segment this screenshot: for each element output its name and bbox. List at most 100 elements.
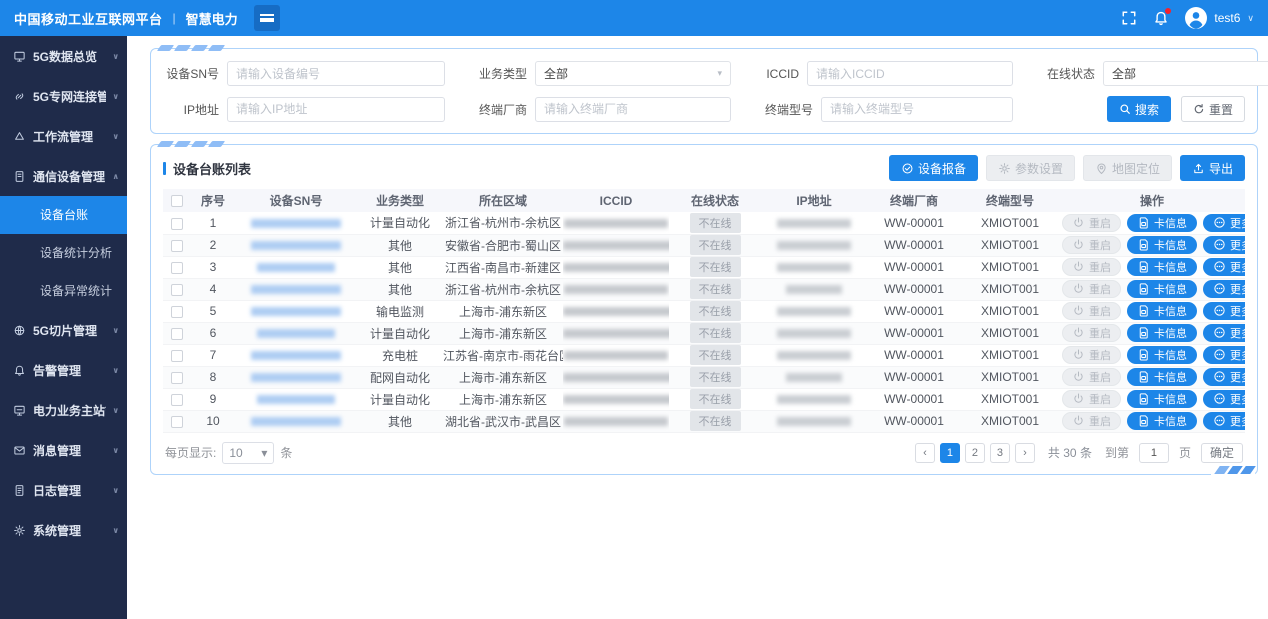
brand-title: 中国移动工业互联网平台 [14,9,163,28]
sidebar-item-5[interactable]: 告警管理∨ [0,350,127,390]
row-action-1[interactable]: 卡信息 [1127,302,1197,320]
simcard-icon [1137,238,1150,251]
table-row: 4其他浙江省-杭州市-余杭区不在线WW-00001XMIOT001重启卡信息更多 [163,278,1245,300]
page-button-3[interactable]: 3 [990,443,1010,463]
sidebar-subitem-3-2[interactable]: 设备异常统计 [0,272,127,310]
row-action-2[interactable]: 更多 [1203,390,1245,408]
masked-iccid-value [563,307,669,316]
sidebar-item-8[interactable]: 日志管理∨ [0,470,127,510]
per-page-select[interactable]: 10▾ [222,442,274,464]
row-checkbox[interactable] [171,350,183,362]
cell-index: 5 [191,300,235,322]
simcard-icon [1137,348,1150,361]
row-checkbox[interactable] [171,262,183,274]
simcard-icon [1137,304,1150,317]
vendor-input[interactable] [535,97,731,122]
service-type-select[interactable]: 全部▾ [535,61,731,86]
power-icon [1072,216,1085,229]
message-icon [13,444,26,457]
row-action-0: 重启 [1062,390,1121,408]
cell-actions: 重启卡信息更多 [1059,322,1245,344]
model-input[interactable] [821,97,1013,122]
iccid-input[interactable] [807,61,1013,86]
masked-ip-value [777,395,851,404]
goto-confirm-button[interactable]: 确定 [1201,443,1243,463]
panel-toolbar: 设备报备参数设置地图定位导出 [889,155,1245,181]
row-action-2[interactable]: 更多 [1203,258,1245,276]
row-action-1[interactable]: 卡信息 [1127,324,1197,342]
row-checkbox[interactable] [171,328,183,340]
row-checkbox[interactable] [171,218,183,230]
sidebar-item-4[interactable]: 5G切片管理∨ [0,310,127,350]
row-checkbox[interactable] [171,306,183,318]
row-action-2[interactable]: 更多 [1203,324,1245,342]
cell-model: XMIOT001 [961,388,1059,410]
corner-stripes-decoration [1211,466,1255,475]
search-button[interactable]: 搜索 [1107,96,1171,122]
row-checkbox[interactable] [171,416,183,428]
table-body: 1计量自动化浙江省-杭州市-余杭区不在线WW-00001XMIOT001重启卡信… [163,212,1245,432]
sidebar-item-0[interactable]: 5G数据总览∨ [0,36,127,76]
page-button-2[interactable]: 2 [965,443,985,463]
row-action-2[interactable]: 更多 [1203,368,1245,386]
toolbar-button-1: 参数设置 [986,155,1075,181]
row-action-1[interactable]: 卡信息 [1127,390,1197,408]
cell-service-type: 计量自动化 [357,322,443,344]
sidebar-subitem-3-1[interactable]: 设备统计分析 [0,234,127,272]
hamburger-menu-icon[interactable] [254,5,280,31]
masked-iccid-value [564,285,668,294]
alarm-icon [13,364,26,377]
cell-index: 8 [191,366,235,388]
row-action-1[interactable]: 卡信息 [1127,412,1197,430]
masked-iccid-value [564,219,668,228]
fullscreen-icon[interactable] [1121,10,1137,26]
row-checkbox[interactable] [171,284,183,296]
sidebar-item-3[interactable]: 通信设备管理∧ [0,156,127,196]
reset-button[interactable]: 重置 [1181,96,1245,122]
row-action-2[interactable]: 更多 [1203,346,1245,364]
row-action-1[interactable]: 卡信息 [1127,236,1197,254]
row-action-1[interactable]: 卡信息 [1127,258,1197,276]
cell-vendor: WW-00001 [867,234,961,256]
notification-bell-icon[interactable] [1153,10,1169,26]
online-status-select[interactable]: 全部▾ [1103,61,1268,86]
sn-input[interactable] [227,61,445,86]
top-header: 中国移动工业互联网平台 | 智慧电力 test6 ∨ [0,0,1268,36]
row-action-0: 重启 [1062,302,1121,320]
row-action-1[interactable]: 卡信息 [1127,368,1197,386]
page-button-1[interactable]: 1 [940,443,960,463]
select-all-checkbox[interactable] [171,195,183,207]
row-action-2[interactable]: 更多 [1203,412,1245,430]
sidebar-item-1[interactable]: 5G专网连接管理∨ [0,76,127,116]
table-header-row: 序号设备SN号业务类型所在区域ICCID在线状态IP地址终端厂商终端型号操作 [163,189,1245,212]
prev-page-button[interactable]: ‹ [915,443,935,463]
chevron-down-icon: ▾ [261,446,267,460]
row-action-2[interactable]: 更多 [1203,236,1245,254]
cell-actions: 重启卡信息更多 [1059,234,1245,256]
row-action-2[interactable]: 更多 [1203,280,1245,298]
sidebar-item-7[interactable]: 消息管理∨ [0,430,127,470]
sidebar-subitem-3-0[interactable]: 设备台账 [0,196,127,234]
column-header-7: 终端厂商 [867,189,961,212]
row-action-1[interactable]: 卡信息 [1127,214,1197,232]
row-action-1[interactable]: 卡信息 [1127,346,1197,364]
toolbar-button-0[interactable]: 设备报备 [889,155,978,181]
row-checkbox[interactable] [171,240,183,252]
sidebar-item-2[interactable]: 工作流管理∨ [0,116,127,156]
cell-region: 湖北省-武汉市-武昌区 [443,410,563,432]
row-checkbox[interactable] [171,372,183,384]
ip-input[interactable] [227,97,445,122]
row-checkbox[interactable] [171,394,183,406]
row-action-2[interactable]: 更多 [1203,302,1245,320]
row-action-2[interactable]: 更多 [1203,214,1245,232]
goto-page-input[interactable] [1139,443,1169,463]
sidebar-item-6[interactable]: 电力业务主站管理∨ [0,390,127,430]
sidebar-item-9[interactable]: 系统管理∨ [0,510,127,550]
power-icon [1072,238,1085,251]
toolbar-button-3[interactable]: 导出 [1180,155,1245,181]
row-action-1[interactable]: 卡信息 [1127,280,1197,298]
user-menu[interactable]: test6 ∨ [1185,7,1254,29]
cell-actions: 重启卡信息更多 [1059,366,1245,388]
simcard-icon [1137,282,1150,295]
next-page-button[interactable]: › [1015,443,1035,463]
